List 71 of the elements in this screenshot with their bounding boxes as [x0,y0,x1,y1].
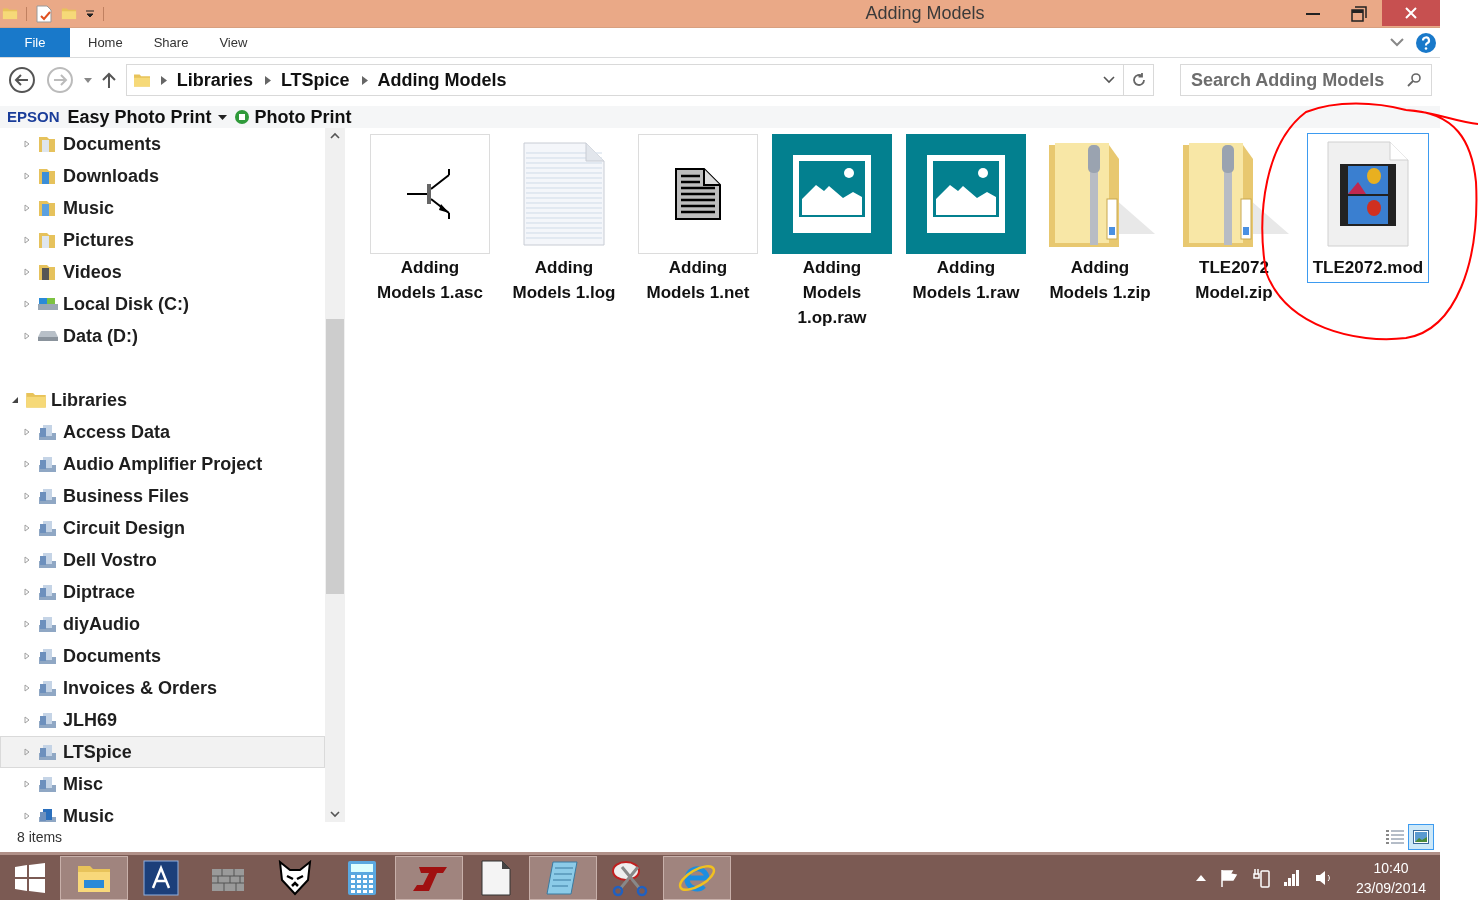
nav-label: Data (D:) [63,324,138,348]
nav-item[interactable]: Documents [0,128,325,160]
file-item[interactable]: Adding Models 1.log [503,133,625,306]
file-name: Adding Models 1.zip [1048,257,1152,304]
nav-label: JLH69 [63,708,118,732]
file-name: Adding Models 1.net [645,257,751,304]
nav-label: Local Disk (C:) [63,292,190,316]
nav-label: Videos [63,260,122,284]
nav-label: Documents [63,132,161,156]
nav-item[interactable]: Misc [0,768,325,800]
file-item[interactable]: Adding Models 1.op.raw [771,133,893,331]
nav-item[interactable]: Libraries [0,384,325,416]
nav-item[interactable]: Music [0,800,325,822]
file-item[interactable]: Adding Models 1.net [637,133,759,306]
breadcrumb[interactable]: Libraries [176,66,253,94]
nav-item[interactable]: Invoices & Orders [0,672,325,704]
nav-label: Downloads [63,164,159,188]
nav-label: Invoices & Orders [63,676,218,700]
nav-item[interactable]: Access Data [0,416,325,448]
address-bar[interactable]: Libraries LTSpice Adding Models [125,64,1154,96]
nav-label: Diptrace [63,580,136,604]
nav-label: LTSpice [63,740,132,764]
search-field[interactable]: Search Adding Models [1180,64,1432,96]
nav-label: Circuit Design [63,516,186,540]
clock[interactable]: 10:40 23/09/2014 [1355,857,1426,898]
nav-item[interactable]: Local Disk (C:) [0,288,325,320]
file-tab[interactable]: File [0,28,70,57]
nav-label: Business Files [63,484,190,508]
nav-label: Documents [63,644,161,668]
nav-item[interactable]: Pictures [0,224,325,256]
file-item[interactable]: Adding Models 1.asc [369,133,491,306]
nav-label: Access Data [63,420,171,444]
toolbar-link[interactable]: Easy Photo Print [67,106,227,128]
nav-item[interactable]: Dell Vostro [0,544,325,576]
item-count: 8 items [17,827,63,847]
file-name: Adding Models 1.asc [376,257,484,304]
file-item[interactable]: Adding Models 1.raw [905,133,1027,306]
file-name: Adding Models 1.raw [911,257,1021,304]
nav-label: Music [63,196,114,220]
file-name: Adding Models 1.log [511,257,617,304]
file-name: TLE2072.mod [1311,257,1425,279]
toolbar-link[interactable]: Photo Print [234,106,352,128]
nav-label: Music [63,804,114,822]
breadcrumb[interactable]: Adding Models [377,66,507,94]
nav-label: Misc [63,772,104,796]
nav-item[interactable]: Data (D:) [0,320,325,352]
ribbon-tab[interactable]: View [206,28,261,57]
nav-item[interactable]: Diptrace [0,576,325,608]
nav-item[interactable]: LTSpice [0,736,325,768]
ribbon-tab[interactable]: Share [140,28,202,57]
nav-label: Libraries [51,388,128,412]
nav-item[interactable]: Circuit Design [0,512,325,544]
file-name: Adding Models 1.op.raw [796,257,868,329]
nav-item[interactable]: Business Files [0,480,325,512]
nav-item[interactable]: Documents [0,640,325,672]
nav-label: Dell Vostro [63,548,157,572]
ribbon-tab[interactable]: Home [75,28,136,57]
file-item[interactable]: Adding Models 1.zip [1039,133,1161,306]
nav-item[interactable]: diyAudio [0,608,325,640]
nav-item[interactable]: Videos [0,256,325,288]
nav-label: diyAudio [63,612,140,636]
breadcrumb[interactable]: LTSpice [280,66,350,94]
nav-label: Audio Amplifier Project [63,452,263,476]
nav-item[interactable]: JLH69 [0,704,325,736]
brand-label: EPSON [7,106,60,127]
nav-label: Pictures [63,228,135,252]
nav-item[interactable]: Downloads [0,160,325,192]
nav-item[interactable]: Audio Amplifier Project [0,448,325,480]
nav-item[interactable]: Music [0,192,325,224]
file-item[interactable]: TLE2072.mod [1307,133,1429,283]
window-title: Adding Models [864,2,986,25]
